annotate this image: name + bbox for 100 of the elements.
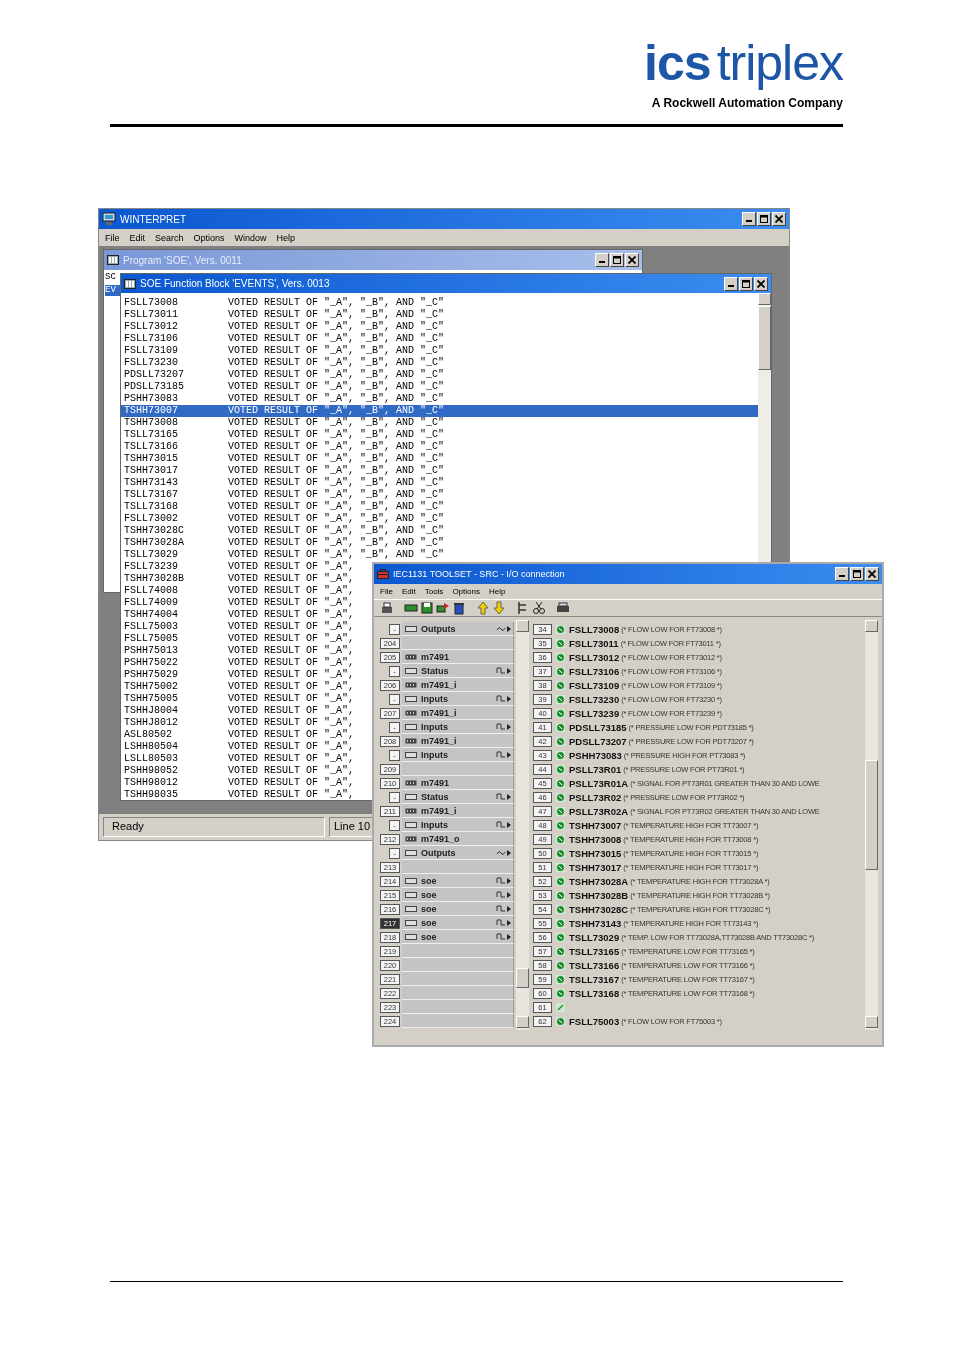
- code-row[interactable]: FSLL75005 VOTED RESULT OF "_A",: [121, 633, 355, 645]
- slot-cell[interactable]: m7491_i: [402, 734, 514, 748]
- slot-cell[interactable]: m7491: [402, 650, 514, 664]
- code-row[interactable]: TSHH73028B VOTED RESULT OF "_A",: [121, 573, 355, 585]
- slot-cell[interactable]: Inputs: [402, 692, 514, 706]
- menu-item[interactable]: Help: [488, 587, 506, 596]
- code-row[interactable]: LSLL80503 VOTED RESULT OF "_A",: [121, 753, 355, 765]
- minimize-button[interactable]: [835, 567, 849, 581]
- slot-cell[interactable]: m7491_i: [402, 804, 514, 818]
- code-row[interactable]: TSLL73165 VOTED RESULT OF "_A", "_B", AND "_C": [121, 429, 445, 441]
- slot-cell[interactable]: soe: [402, 902, 514, 916]
- slot-cell[interactable]: Inputs: [402, 720, 514, 734]
- scissors-icon[interactable]: [532, 601, 546, 615]
- slot-cell[interactable]: [402, 636, 514, 650]
- slot-cell[interactable]: [402, 944, 514, 958]
- slot-cell[interactable]: m7491: [402, 776, 514, 790]
- code-row[interactable]: FSLL73239 VOTED RESULT OF "_A",: [121, 561, 355, 573]
- code-row[interactable]: TSHH75005 VOTED RESULT OF "_A",: [121, 693, 355, 705]
- slot-cell[interactable]: [402, 972, 514, 986]
- slot-cell[interactable]: soe: [402, 874, 514, 888]
- code-row[interactable]: PDSLL73207 VOTED RESULT OF "_A", "_B", AND "_C": [121, 369, 445, 381]
- code-row[interactable]: TSHH74004 VOTED RESULT OF "_A",: [121, 609, 355, 621]
- code-row[interactable]: TSHHJ8004 VOTED RESULT OF "_A",: [121, 705, 355, 717]
- slot-cell[interactable]: Outputs: [402, 846, 514, 860]
- menu-item[interactable]: File: [380, 587, 393, 596]
- code-row[interactable]: FSLL73012 VOTED RESULT OF "_A", "_B", AND "_C": [121, 321, 445, 333]
- slot-cell[interactable]: m7491_i: [402, 706, 514, 720]
- arrow-up-icon[interactable]: [476, 601, 490, 615]
- slot-cell[interactable]: soe: [402, 930, 514, 944]
- code-row[interactable]: TSHH73015 VOTED RESULT OF "_A", "_B", AND "_C": [121, 453, 445, 465]
- code-row[interactable]: PSHH75022 VOTED RESULT OF "_A",: [121, 657, 355, 669]
- maximize-button[interactable]: [850, 567, 864, 581]
- menu-item[interactable]: Window: [234, 232, 267, 243]
- slot-cell[interactable]: [402, 958, 514, 972]
- code-row[interactable]: TSHH98035 VOTED RESULT OF "_A",: [121, 789, 355, 800]
- code-row[interactable]: TSLL73168 VOTED RESULT OF "_A", "_B", AND "_C": [121, 501, 445, 513]
- card-arrow-icon[interactable]: [436, 601, 450, 615]
- tab[interactable]: SC: [105, 272, 120, 283]
- code-row[interactable]: ASL80502 VOTED RESULT OF "_A",: [121, 729, 355, 741]
- menu-item[interactable]: Search: [155, 232, 184, 243]
- menu-item[interactable]: Help: [276, 232, 296, 243]
- code-row[interactable]: PSHH98052 VOTED RESULT OF "_A",: [121, 765, 355, 777]
- slot-cell[interactable]: [402, 1014, 514, 1028]
- selected-row[interactable]: TSHH73007 VOTED RESULT OF "_A", "_B", AND "_C": [121, 405, 758, 417]
- maximize-button[interactable]: [757, 212, 771, 226]
- menu-item[interactable]: Tools: [424, 587, 444, 596]
- code-row[interactable]: TSHH73143 VOTED RESULT OF "_A", "_B", AND "_C": [121, 477, 445, 489]
- code-row[interactable]: FSLL73008 VOTED RESULT OF "_A", "_B", AND "_C": [121, 297, 445, 309]
- slot-cell[interactable]: [402, 860, 514, 874]
- menu-item[interactable]: File: [105, 232, 120, 243]
- code-row[interactable]: TSHH75002 VOTED RESULT OF "_A",: [121, 681, 355, 693]
- print-icon[interactable]: [380, 601, 394, 615]
- slot-cell[interactable]: [402, 762, 514, 776]
- code-row[interactable]: PSHH75013 VOTED RESULT OF "_A",: [121, 645, 355, 657]
- menu-item[interactable]: Edit: [401, 587, 416, 596]
- code-row[interactable]: TSLL73167 VOTED RESULT OF "_A", "_B", AND "_C": [121, 489, 445, 501]
- code-row[interactable]: TSHHJ8012 VOTED RESULT OF "_A",: [121, 717, 355, 729]
- menu-item[interactable]: Edit: [129, 232, 146, 243]
- code-row[interactable]: TSLL73166 VOTED RESULT OF "_A", "_B", AND "_C": [121, 441, 445, 453]
- slot-cell[interactable]: Outputs: [402, 622, 514, 636]
- code-row[interactable]: TSHH73008 VOTED RESULT OF "_A", "_B", AND "_C": [121, 417, 445, 429]
- slot-cell[interactable]: m7491_i: [402, 678, 514, 692]
- code-row[interactable]: TSLL73029 VOTED RESULT OF "_A", "_B", AND "_C": [121, 549, 445, 561]
- slot-cell[interactable]: [402, 986, 514, 1000]
- close-button[interactable]: [772, 212, 786, 226]
- minimize-button[interactable]: [742, 212, 756, 226]
- printer-icon[interactable]: [556, 601, 570, 615]
- code-row[interactable]: FSLL73106 VOTED RESULT OF "_A", "_B", AND "_C": [121, 333, 445, 345]
- code-row[interactable]: FSLL73109 VOTED RESULT OF "_A", "_B", AND "_C": [121, 345, 445, 357]
- code-row[interactable]: PSHH73083 VOTED RESULT OF "_A", "_B", AND "_C": [121, 393, 445, 405]
- maximize-button[interactable]: [739, 276, 753, 291]
- trash-icon[interactable]: [452, 601, 466, 615]
- arrow-down-icon[interactable]: [492, 601, 506, 615]
- close-button[interactable]: [865, 567, 879, 581]
- minimize-button[interactable]: [724, 276, 738, 291]
- close-button[interactable]: [754, 276, 768, 291]
- code-row[interactable]: TSHH73028C VOTED RESULT OF "_A", "_B", AND "_C": [121, 525, 445, 537]
- slot-cell[interactable]: soe: [402, 888, 514, 902]
- code-row[interactable]: TSHH98012 VOTED RESULT OF "_A",: [121, 777, 355, 789]
- code-row[interactable]: FSLL73002 VOTED RESULT OF "_A", "_B", AND "_C": [121, 513, 445, 525]
- code-row[interactable]: LSHH80504 VOTED RESULT OF "_A",: [121, 741, 355, 753]
- slot-cell[interactable]: soe: [402, 916, 514, 930]
- slot-cell[interactable]: Inputs: [402, 818, 514, 832]
- scrollbar[interactable]: [516, 620, 529, 1030]
- code-row[interactable]: PSHH75029 VOTED RESULT OF "_A",: [121, 669, 355, 681]
- code-row[interactable]: FSLL73011 VOTED RESULT OF "_A", "_B", AND "_C": [121, 309, 445, 321]
- menu-item[interactable]: Options: [452, 587, 480, 596]
- scrollbar[interactable]: [865, 620, 878, 1030]
- code-row[interactable]: FSLL74008 VOTED RESULT OF "_A",: [121, 585, 355, 597]
- card-icon[interactable]: [404, 601, 418, 615]
- code-row[interactable]: FSLL73230 VOTED RESULT OF "_A", "_B", AND "_C": [121, 357, 445, 369]
- slot-cell[interactable]: Status: [402, 790, 514, 804]
- slot-cell[interactable]: Status: [402, 664, 514, 678]
- floppy-icon[interactable]: [420, 601, 434, 615]
- slot-cell[interactable]: m7491_o: [402, 832, 514, 846]
- slot-cell[interactable]: Inputs: [402, 748, 514, 762]
- tab[interactable]: EV: [105, 285, 120, 296]
- slot-cell[interactable]: [402, 1000, 514, 1014]
- code-row[interactable]: TSHH73028A VOTED RESULT OF "_A", "_B", AND "_C": [121, 537, 445, 549]
- code-row[interactable]: FSLL74009 VOTED RESULT OF "_A",: [121, 597, 355, 609]
